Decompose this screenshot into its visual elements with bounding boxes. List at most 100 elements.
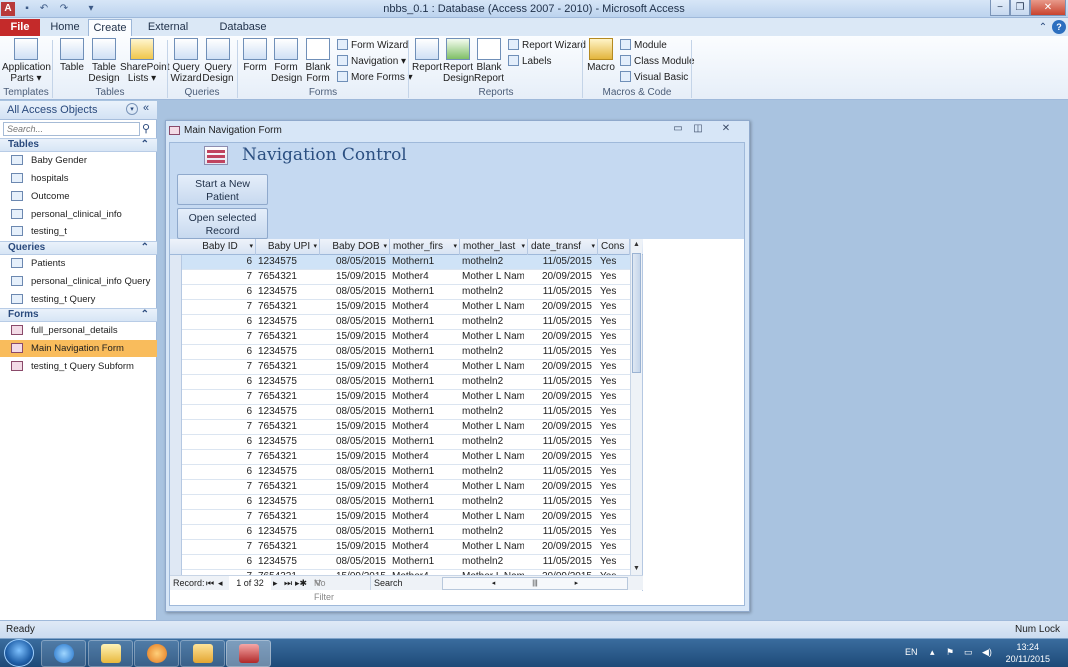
mother-last-cell[interactable]: motheln2 [462,405,524,419]
baby-dob-cell[interactable]: 15/09/2015 [322,300,386,314]
table-button[interactable]: Table [56,38,88,73]
mother-last-cell[interactable]: Mother L Nam [462,480,524,494]
shutter-bar-icon[interactable]: « [143,102,149,114]
vertical-scrollbar[interactable]: ▲ ▼ [630,239,642,575]
tab-file[interactable]: File [0,19,40,36]
mother-first-cell[interactable]: Mothern1 [392,345,454,359]
baby-dob-cell[interactable]: 08/05/2015 [322,465,386,479]
mother-last-cell[interactable]: Mother L Nam [462,360,524,374]
mother-last-cell[interactable]: motheln2 [462,315,524,329]
query-wizard-button[interactable]: Query Wizard [170,38,202,84]
consent-cell[interactable]: Yes [600,495,626,509]
consent-cell[interactable]: Yes [600,510,626,524]
consent-cell[interactable]: Yes [600,525,626,539]
mother-first-cell[interactable]: Mother4 [392,330,454,344]
baby-dob-cell[interactable]: 15/09/2015 [322,540,386,554]
date-transfer-cell[interactable]: 20/09/2015 [530,540,592,554]
baby-id-cell[interactable]: 7 [184,390,252,404]
baby-upi-cell[interactable]: 7654321 [258,360,316,374]
mother-first-cell[interactable]: Mothern1 [392,525,454,539]
dropdown-arrow-icon[interactable]: ▾ [313,239,317,254]
query-design-button[interactable]: Query Design [202,38,234,84]
baby-id-cell[interactable]: 7 [184,360,252,374]
table-row[interactable]: 6 1234575 08/05/2015 Mothern1 motheln2 11/05/… [182,405,630,420]
table-row[interactable]: 7 7654321 15/09/2015 Mother4 Mother L Nam 20/… [182,540,630,555]
nav-group-tables[interactable]: Tables ⌃ [0,138,157,152]
consent-cell[interactable]: Yes [600,390,626,404]
record-selector-column[interactable] [170,255,182,575]
system-clock[interactable]: 13:24 20/11/2015 [1006,641,1050,665]
date-transfer-cell[interactable]: 20/09/2015 [530,480,592,494]
table-row[interactable]: 7 7654321 15/09/2015 Mother4 Mother L Nam 20/… [182,450,630,465]
mother-first-cell[interactable]: Mother4 [392,510,454,524]
baby-upi-cell[interactable]: 7654321 [258,330,316,344]
mother-last-cell[interactable]: Mother L Nam [462,270,524,284]
table-row[interactable]: 7 7654321 15/09/2015 Mother4 Mother L Nam 20/… [182,360,630,375]
baby-id-cell[interactable]: 6 [184,495,252,509]
last-record-button[interactable]: ⏭ [284,576,292,590]
new-record-button[interactable]: ▸✱ [295,576,307,590]
collapse-icon[interactable]: ⌃ [141,139,149,151]
nav-menu-chevron-icon[interactable]: ▾ [126,103,138,115]
navigation-button[interactable]: Navigation ▾ [337,55,406,69]
horizontal-scrollbar[interactable]: ◂ ||| ▸ [442,577,628,590]
consent-cell[interactable]: Yes [600,450,626,464]
tab-home[interactable]: Home [46,19,84,36]
baby-dob-cell[interactable]: 08/05/2015 [322,435,386,449]
baby-upi-cell[interactable]: 1234575 [258,285,316,299]
baby-upi-cell[interactable]: 7654321 [258,420,316,434]
restore-button[interactable]: ❐ [1010,0,1030,16]
consent-cell[interactable]: Yes [600,375,626,389]
mother-first-cell[interactable]: Mother4 [392,270,454,284]
consent-cell[interactable]: Yes [600,270,626,284]
date-transfer-cell[interactable]: 20/09/2015 [530,300,592,314]
consent-cell[interactable]: Yes [600,555,626,569]
internet-explorer-taskbar-button[interactable] [41,640,86,667]
date-transfer-cell[interactable]: 20/09/2015 [530,510,592,524]
form-minimize-button[interactable]: ▭ [668,123,688,135]
record-search-input[interactable]: Search [370,576,440,590]
column-header-date-transfer[interactable]: date_transf ▾ [528,239,598,255]
nav-group-queries[interactable]: Queries ⌃ [0,241,157,255]
baby-upi-cell[interactable]: 7654321 [258,510,316,524]
form-close-button[interactable]: ✕ [714,123,738,135]
date-transfer-cell[interactable]: 11/05/2015 [530,435,592,449]
baby-upi-cell[interactable]: 7654321 [258,390,316,404]
nav-item-outcome[interactable]: Outcome [0,188,157,205]
mother-last-cell[interactable]: Mother L Nam [462,540,524,554]
date-transfer-cell[interactable]: 11/05/2015 [530,285,592,299]
blank-form-button[interactable]: Blank Form [303,38,333,84]
baby-upi-cell[interactable]: 1234575 [258,345,316,359]
consent-cell[interactable]: Yes [600,435,626,449]
baby-upi-cell[interactable]: 1234575 [258,555,316,569]
baby-id-cell[interactable]: 7 [184,270,252,284]
mother-first-cell[interactable]: Mother4 [392,300,454,314]
consent-cell[interactable]: Yes [600,300,626,314]
date-transfer-cell[interactable]: 11/05/2015 [530,255,592,269]
table-row[interactable]: 6 1234575 08/05/2015 Mothern1 motheln2 11/05/… [182,435,630,450]
nav-pane-header[interactable]: All Access Objects ▾ « [0,101,157,120]
mother-first-cell[interactable]: Mothern1 [392,435,454,449]
baby-upi-cell[interactable]: 1234575 [258,435,316,449]
baby-dob-cell[interactable]: 08/05/2015 [322,555,386,569]
consent-cell[interactable]: Yes [600,420,626,434]
mother-last-cell[interactable]: Mother L Nam [462,300,524,314]
baby-upi-cell[interactable]: 7654321 [258,480,316,494]
table-row[interactable]: 6 1234575 08/05/2015 Mothern1 motheln2 11/05/… [182,555,630,570]
baby-dob-cell[interactable]: 15/09/2015 [322,450,386,464]
column-header-baby-id[interactable]: Baby ID ▾ [182,239,256,255]
baby-upi-cell[interactable]: 1234575 [258,375,316,389]
show-hidden-icons-icon[interactable]: ▴ [930,647,935,658]
language-indicator[interactable]: EN [905,647,918,657]
consent-cell[interactable]: Yes [600,465,626,479]
collapse-ribbon-icon[interactable]: ⌃ [1036,21,1050,35]
close-button[interactable]: ✕ [1030,0,1066,16]
date-transfer-cell[interactable]: 11/05/2015 [530,315,592,329]
mother-last-cell[interactable]: motheln2 [462,495,524,509]
nav-item-testing-t-query-subform[interactable]: testing_t Query Subform [0,358,157,375]
baby-id-cell[interactable]: 7 [184,300,252,314]
baby-id-cell[interactable]: 6 [184,525,252,539]
baby-id-cell[interactable]: 6 [184,465,252,479]
mother-first-cell[interactable]: Mothern1 [392,255,454,269]
baby-upi-cell[interactable]: 1234575 [258,255,316,269]
